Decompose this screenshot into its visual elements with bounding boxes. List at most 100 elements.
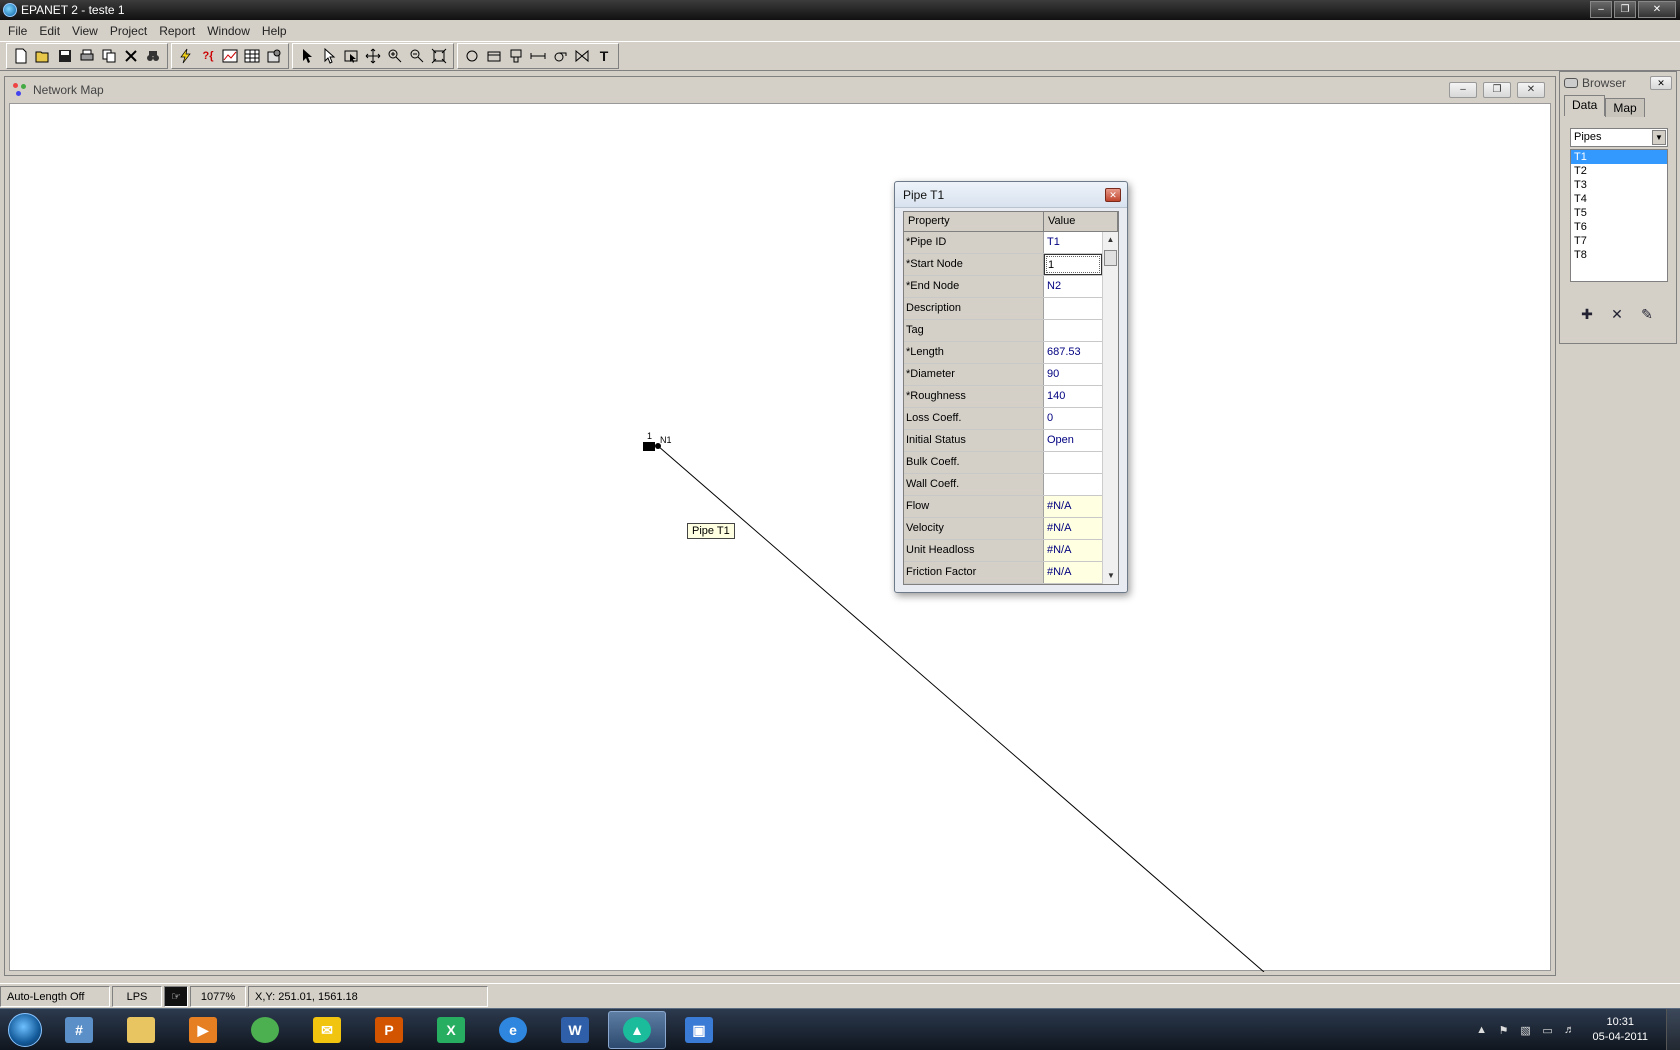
- menu-file[interactable]: File: [2, 24, 33, 38]
- property-value[interactable]: 140: [1044, 386, 1102, 407]
- auto-length-status[interactable]: Auto-Length Off: [0, 985, 110, 1007]
- taskbar-explorer[interactable]: [112, 1011, 170, 1049]
- property-row[interactable]: Wall Coeff.: [904, 474, 1102, 496]
- taskbar-epanet[interactable]: ▲: [608, 1010, 666, 1049]
- edit-object-icon[interactable]: ✎: [1638, 305, 1656, 323]
- select-object-icon[interactable]: [296, 45, 318, 67]
- taskbar-outlook[interactable]: ✉: [298, 1011, 356, 1049]
- find-icon[interactable]: [142, 45, 164, 67]
- menu-help[interactable]: Help: [256, 24, 293, 38]
- options-icon[interactable]: [263, 45, 285, 67]
- zoom-in-icon[interactable]: [384, 45, 406, 67]
- full-extent-icon[interactable]: [428, 45, 450, 67]
- list-item[interactable]: T5: [1571, 206, 1667, 220]
- add-junction-icon[interactable]: [461, 45, 483, 67]
- delete-object-icon[interactable]: ✕: [1608, 305, 1626, 323]
- taskbar-word[interactable]: W: [546, 1011, 604, 1049]
- taskbar-excel[interactable]: X: [422, 1011, 480, 1049]
- property-value[interactable]: 687.53: [1044, 342, 1102, 363]
- taskbar-powerpoint[interactable]: P: [360, 1011, 418, 1049]
- copy-icon[interactable]: [98, 45, 120, 67]
- open-icon[interactable]: [32, 45, 54, 67]
- device-icon[interactable]: ▧: [1517, 1024, 1535, 1037]
- property-value[interactable]: 0: [1044, 408, 1102, 429]
- map-minimize-button[interactable]: –: [1449, 82, 1477, 98]
- query-icon[interactable]: ?{: [197, 45, 219, 67]
- clock[interactable]: 10:31 05-04-2011: [1593, 1015, 1648, 1045]
- property-row[interactable]: Description: [904, 298, 1102, 320]
- property-value[interactable]: [1044, 320, 1102, 341]
- property-row[interactable]: Bulk Coeff.: [904, 452, 1102, 474]
- show-desktop-button[interactable]: [1666, 1009, 1680, 1050]
- network-icon[interactable]: ▭: [1539, 1024, 1557, 1037]
- chevron-down-icon[interactable]: ▼: [1652, 130, 1666, 145]
- property-row[interactable]: *Pipe ID T1: [904, 232, 1102, 254]
- add-tank-icon[interactable]: [505, 45, 527, 67]
- add-pipe-icon[interactable]: [527, 45, 549, 67]
- zoom-out-icon[interactable]: [406, 45, 428, 67]
- grid-scrollbar[interactable]: ▲ ▼: [1102, 232, 1118, 584]
- property-value[interactable]: N2: [1044, 276, 1102, 297]
- volume-icon[interactable]: ♬: [1561, 1024, 1579, 1036]
- property-row[interactable]: Unit Headloss #N/A: [904, 540, 1102, 562]
- list-item[interactable]: T3: [1571, 178, 1667, 192]
- property-value[interactable]: 90: [1044, 364, 1102, 385]
- pan-icon[interactable]: [362, 45, 384, 67]
- list-item[interactable]: T1: [1571, 150, 1667, 164]
- add-valve-icon[interactable]: [571, 45, 593, 67]
- property-value[interactable]: [1044, 474, 1102, 495]
- property-row[interactable]: Velocity #N/A: [904, 518, 1102, 540]
- taskbar-media-player[interactable]: ▶: [174, 1011, 232, 1049]
- scroll-up-icon[interactable]: ▲: [1103, 232, 1118, 248]
- object-list[interactable]: T1 T2 T3 T4 T5 T6 T7 T8: [1570, 149, 1668, 282]
- taskbar-calculator[interactable]: #: [50, 1011, 108, 1049]
- dialog-close-icon[interactable]: ✕: [1105, 188, 1121, 202]
- tab-data[interactable]: Data: [1564, 95, 1606, 116]
- property-row[interactable]: Tag: [904, 320, 1102, 342]
- property-row[interactable]: Friction Factor #N/A: [904, 562, 1102, 584]
- new-icon[interactable]: [10, 45, 32, 67]
- property-row[interactable]: Flow #N/A: [904, 496, 1102, 518]
- category-select[interactable]: Pipes ▼: [1570, 128, 1668, 147]
- property-value-input[interactable]: 1: [1044, 254, 1102, 275]
- add-pump-icon[interactable]: [549, 45, 571, 67]
- taskbar-remote-desktop[interactable]: ▣: [670, 1011, 728, 1049]
- select-region-icon[interactable]: [340, 45, 362, 67]
- flag-icon[interactable]: ⚑: [1495, 1024, 1513, 1037]
- close-button[interactable]: ✕: [1638, 1, 1676, 18]
- table-icon[interactable]: [241, 45, 263, 67]
- add-label-icon[interactable]: T: [593, 45, 615, 67]
- property-value[interactable]: [1044, 452, 1102, 473]
- epanet-app-icon[interactable]: [3, 3, 17, 17]
- list-item[interactable]: T6: [1571, 220, 1667, 234]
- map-restore-button[interactable]: ❐: [1483, 82, 1511, 98]
- menu-view[interactable]: View: [66, 24, 104, 38]
- menu-window[interactable]: Window: [201, 24, 256, 38]
- list-item[interactable]: T4: [1571, 192, 1667, 206]
- property-row[interactable]: *End Node N2: [904, 276, 1102, 298]
- menu-edit[interactable]: Edit: [33, 24, 66, 38]
- tab-map[interactable]: Map: [1605, 98, 1645, 117]
- select-vertex-icon[interactable]: [318, 45, 340, 67]
- property-row[interactable]: Loss Coeff. 0: [904, 408, 1102, 430]
- scroll-down-icon[interactable]: ▼: [1103, 568, 1118, 584]
- property-row[interactable]: Initial Status Open: [904, 430, 1102, 452]
- map-close-button[interactable]: ✕: [1517, 82, 1545, 98]
- list-item[interactable]: T2: [1571, 164, 1667, 178]
- network-map-canvas[interactable]: 1 N1 Pipe T1: [9, 103, 1551, 972]
- save-icon[interactable]: [54, 45, 76, 67]
- scroll-thumb[interactable]: [1104, 250, 1117, 266]
- list-item[interactable]: T8: [1571, 248, 1667, 262]
- property-value[interactable]: [1044, 298, 1102, 319]
- print-icon[interactable]: [76, 45, 98, 67]
- property-value[interactable]: T1: [1044, 232, 1102, 253]
- property-row[interactable]: *Diameter 90: [904, 364, 1102, 386]
- taskbar-messenger[interactable]: [236, 1011, 294, 1049]
- run-icon[interactable]: [175, 45, 197, 67]
- menu-report[interactable]: Report: [153, 24, 201, 38]
- property-row[interactable]: *Roughness 140: [904, 386, 1102, 408]
- property-row[interactable]: *Length 687.53: [904, 342, 1102, 364]
- menu-project[interactable]: Project: [104, 24, 153, 38]
- graph-icon[interactable]: [219, 45, 241, 67]
- property-value[interactable]: Open: [1044, 430, 1102, 451]
